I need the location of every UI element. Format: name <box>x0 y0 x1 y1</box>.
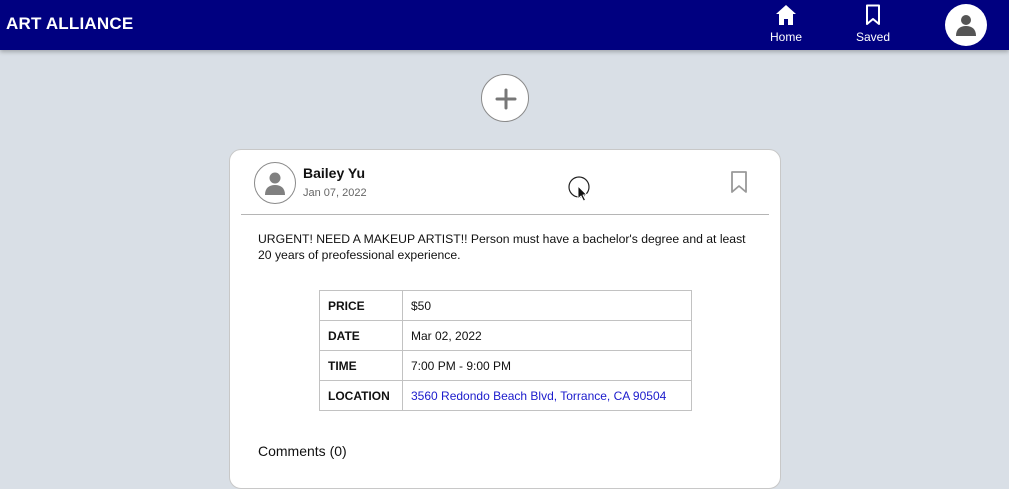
plus-icon <box>495 88 517 110</box>
post-body: URGENT! NEED A MAKEUP ARTIST!! Person mu… <box>258 232 746 262</box>
nav-home-label: Home <box>769 30 802 44</box>
bookmark-button[interactable] <box>728 170 750 194</box>
table-row: DATE Mar 02, 2022 <box>319 320 692 351</box>
post-card: Bailey Yu Jan 07, 2022 URGENT! NEED A MA… <box>229 149 781 489</box>
time-label: TIME <box>319 350 403 381</box>
location-cell: 3560 Redondo Beach Blvd, Torrance, CA 90… <box>402 380 692 411</box>
location-label: LOCATION <box>319 380 403 411</box>
bookmark-icon <box>731 171 747 193</box>
comments-toggle[interactable]: Comments (0) <box>258 443 347 459</box>
author-avatar[interactable] <box>254 162 296 204</box>
price-label: PRICE <box>319 290 403 321</box>
nav-home[interactable]: Home <box>756 2 816 46</box>
post-date: Jan 07, 2022 <box>303 187 367 199</box>
location-link[interactable]: 3560 Redondo Beach Blvd, Torrance, CA 90… <box>411 389 666 403</box>
app-brand[interactable]: ART ALLIANCE <box>6 14 133 34</box>
event-details-table: PRICE $50 DATE Mar 02, 2022 TIME 7:00 PM… <box>319 290 692 411</box>
time-value: 7:00 PM - 9:00 PM <box>402 350 692 381</box>
user-icon <box>956 15 976 36</box>
date-value: Mar 02, 2022 <box>402 320 692 351</box>
nav-saved[interactable]: Saved <box>843 2 903 46</box>
user-icon <box>265 172 285 195</box>
top-navbar: ART ALLIANCE Home Saved <box>0 0 1009 50</box>
divider <box>241 214 769 215</box>
add-post-button[interactable] <box>481 74 529 122</box>
table-row: LOCATION 3560 Redondo Beach Blvd, Torran… <box>319 380 692 411</box>
price-value: $50 <box>402 290 692 321</box>
author-name[interactable]: Bailey Yu <box>303 165 365 181</box>
profile-button[interactable] <box>945 4 987 46</box>
bookmark-icon <box>866 4 880 25</box>
table-row: PRICE $50 <box>319 290 692 321</box>
nav-saved-label: Saved <box>855 30 891 44</box>
date-label: DATE <box>319 320 403 351</box>
table-row: TIME 7:00 PM - 9:00 PM <box>319 350 692 381</box>
home-icon <box>776 5 796 25</box>
